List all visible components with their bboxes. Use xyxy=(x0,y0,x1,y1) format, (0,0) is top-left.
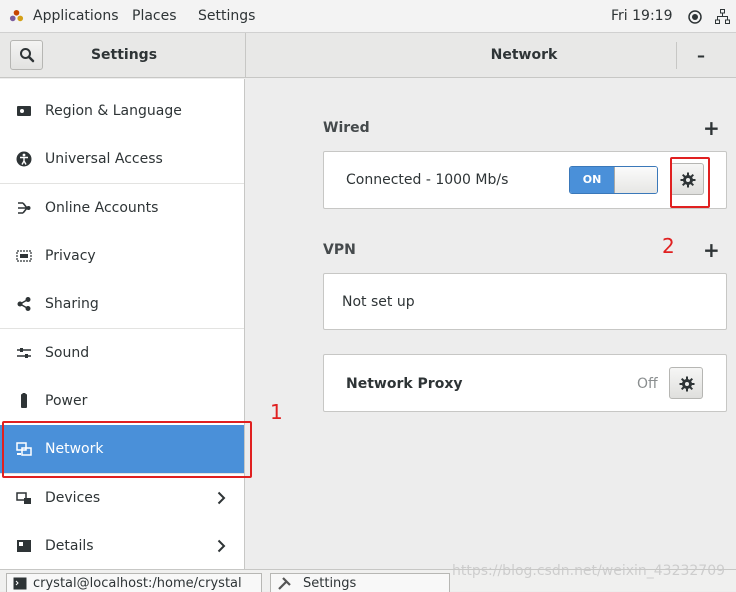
vpn-section-label: VPN xyxy=(323,242,356,258)
search-icon xyxy=(20,48,35,63)
search-button[interactable] xyxy=(10,40,43,70)
privacy-icon xyxy=(16,250,32,262)
annotation-highlight-gear xyxy=(670,157,710,208)
settings-title: Settings xyxy=(90,47,158,63)
chevron-right-icon xyxy=(217,491,226,505)
switch-on-label: ON xyxy=(570,167,614,193)
sidebar-item-label: Power xyxy=(45,393,88,409)
annotation-step-1: 1 xyxy=(270,400,283,424)
sidebar-item-label: Online Accounts xyxy=(45,200,159,216)
applications-icon xyxy=(9,9,24,22)
panel-title: Network xyxy=(490,47,558,63)
region-icon xyxy=(17,106,31,116)
clock[interactable]: Fri 19:19 xyxy=(611,0,672,33)
accessibility-icon xyxy=(16,151,32,167)
network-proxy-status: Off xyxy=(637,376,658,392)
header-separator xyxy=(676,42,677,69)
sidebar-item-privacy[interactable]: Privacy xyxy=(0,232,244,280)
add-vpn-button[interactable]: + xyxy=(703,240,720,260)
terminal-icon xyxy=(13,577,27,590)
switch-knob[interactable] xyxy=(614,167,657,193)
chevron-right-icon xyxy=(217,539,226,553)
sidebar-item-label: Sharing xyxy=(45,296,99,312)
power-icon xyxy=(21,393,27,408)
annotation-highlight-network xyxy=(2,421,252,478)
network-status-icon[interactable] xyxy=(715,9,730,24)
wired-toggle-switch[interactable]: ON xyxy=(569,166,658,194)
header-divider xyxy=(245,33,246,78)
annotation-step-2: 2 xyxy=(662,234,675,258)
sidebar-item-label: Region & Language xyxy=(45,103,182,119)
top-panel: Applications Places Settings Fri 19:19 xyxy=(0,0,736,33)
applications-menu[interactable]: Applications xyxy=(33,0,119,33)
sidebar-item-devices[interactable]: Devices xyxy=(0,474,244,522)
online-accounts-icon xyxy=(18,202,31,214)
taskbar-terminal-label: crystal@localhost:/home/crystal xyxy=(33,576,242,591)
sidebar-item-power[interactable]: Power xyxy=(0,377,244,425)
details-icon xyxy=(17,540,31,552)
network-proxy-label: Network Proxy xyxy=(346,376,463,392)
vpn-status: Not set up xyxy=(342,294,415,310)
taskbar-settings[interactable]: Settings xyxy=(270,573,450,592)
sidebar-item-details[interactable]: Details xyxy=(0,522,244,570)
sidebar-item-label: Sound xyxy=(45,345,90,361)
sharing-icon xyxy=(17,297,31,311)
sidebar-item-sound[interactable]: Sound xyxy=(0,329,244,377)
wired-section-label: Wired xyxy=(323,120,370,136)
header-bar: Settings Network – xyxy=(0,33,736,78)
sidebar-item-sharing[interactable]: Sharing xyxy=(0,280,244,328)
accessibility-status-icon[interactable] xyxy=(688,10,702,24)
minimize-button[interactable]: – xyxy=(686,45,716,67)
network-proxy-settings-button[interactable] xyxy=(669,367,703,399)
sidebar-item-region-language[interactable]: Region & Language xyxy=(0,87,244,135)
settings-menu[interactable]: Settings xyxy=(198,0,255,33)
sidebar-item-label: Privacy xyxy=(45,248,96,264)
add-wired-button[interactable]: + xyxy=(703,118,720,138)
sidebar-item-label: Devices xyxy=(45,490,101,506)
sidebar-item-label: Details xyxy=(45,538,94,554)
wired-card: Connected - 1000 Mb/s ON xyxy=(323,151,727,209)
gear-icon xyxy=(679,376,695,392)
tools-icon xyxy=(278,577,291,590)
sidebar-item-universal-access[interactable]: Universal Access xyxy=(0,135,244,183)
wired-status: Connected - 1000 Mb/s xyxy=(346,172,509,188)
network-proxy-card[interactable]: Network Proxy Off xyxy=(323,354,727,412)
sound-icon xyxy=(17,348,31,358)
sidebar-item-online-accounts[interactable]: Online Accounts xyxy=(0,184,244,232)
taskbar-settings-label: Settings xyxy=(303,576,357,591)
sidebar-item-label: Universal Access xyxy=(45,151,163,167)
watermark: https://blog.csdn.net/weixin_43232709 xyxy=(452,563,726,579)
sidebar: Region & Language Universal Access Onlin… xyxy=(0,79,245,569)
devices-icon xyxy=(16,492,31,504)
vpn-card: Not set up xyxy=(323,273,727,330)
places-menu[interactable]: Places xyxy=(132,0,177,33)
taskbar-terminal[interactable]: crystal@localhost:/home/crystal xyxy=(6,573,262,592)
